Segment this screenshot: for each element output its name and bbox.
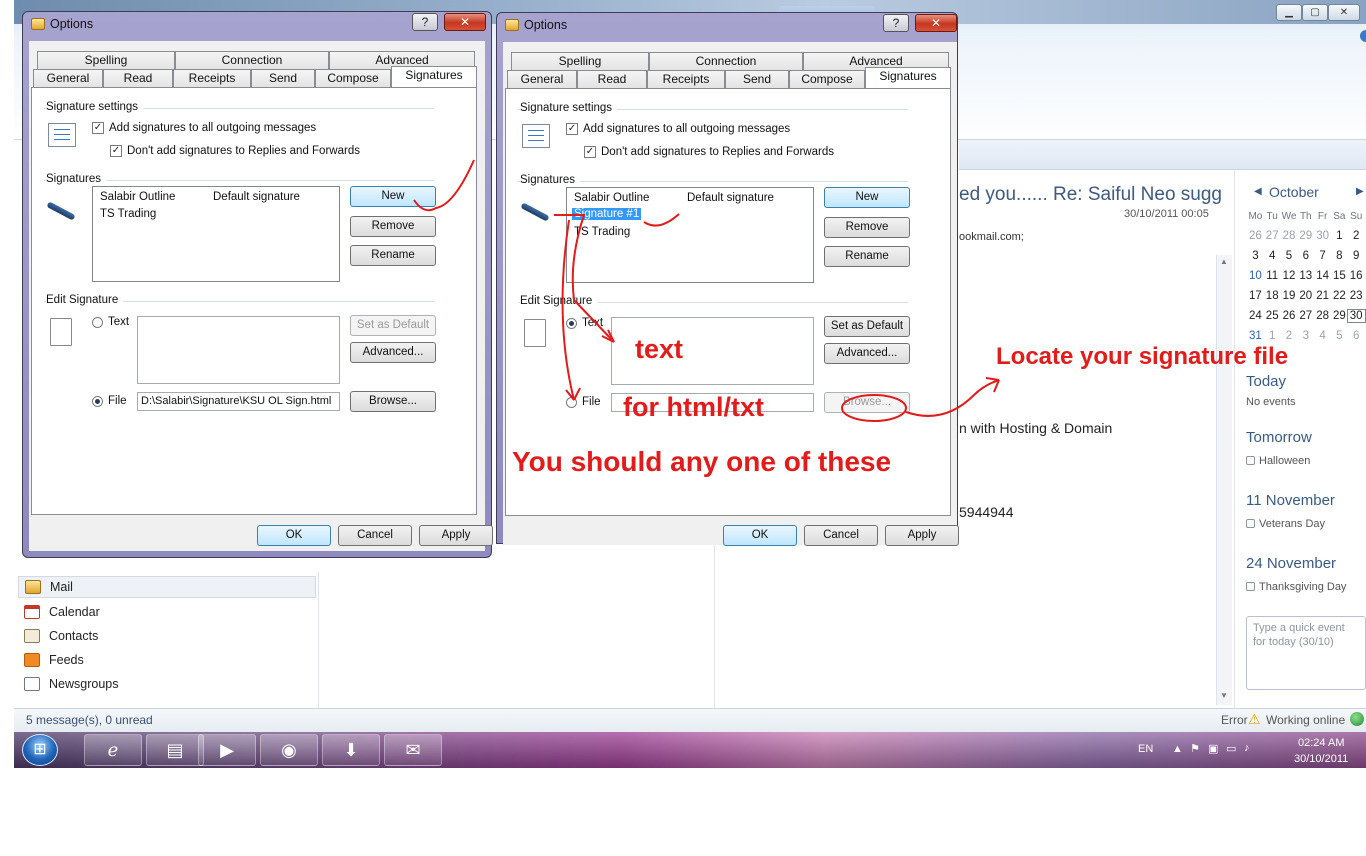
annotation-strokes — [413, 159, 1000, 422]
annotation-arrow-to-file — [561, 219, 575, 401]
tab-signatures[interactable]: Signatures — [865, 67, 951, 88]
desktop-screen: ▁ ▢ ✕ ed you...... Re: Saiful Neo sugg 3… — [14, 0, 1366, 768]
annotation-locate-label: Locate your signature file — [996, 343, 1289, 370]
annotation-circle-browse — [841, 394, 907, 422]
annotation-any-one-label: You should any one of these — [512, 446, 892, 477]
annotation-text-label: text — [635, 334, 684, 364]
annotation-check-stroke — [413, 159, 475, 212]
annotation-underline — [643, 213, 680, 227]
tab-signatures[interactable]: Signatures — [391, 66, 477, 87]
annotation-arrow-to-label — [905, 379, 1000, 417]
annotation-html-txt-label: for html/txt — [623, 392, 764, 422]
